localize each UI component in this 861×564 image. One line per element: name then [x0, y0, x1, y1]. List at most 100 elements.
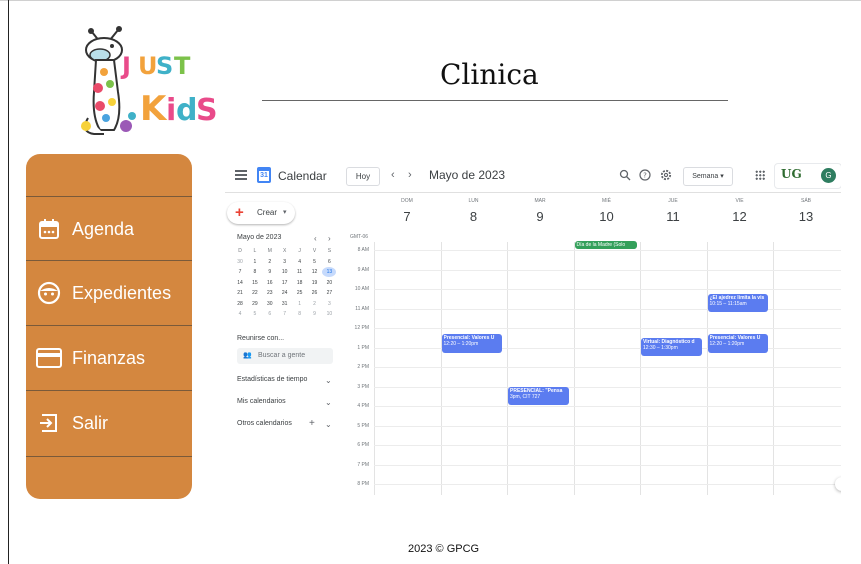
sidebar-item-salir[interactable]: Salir: [26, 391, 192, 455]
chevron-left-icon[interactable]: ‹: [391, 169, 395, 181]
my-calendars-label[interactable]: Mis calendarios: [237, 398, 286, 405]
calendar-event[interactable]: Presencial: Valores U 12:20 – 1:20pm: [707, 334, 768, 353]
mini-day[interactable]: 4: [233, 309, 247, 319]
mini-day[interactable]: 9: [308, 309, 322, 319]
avatar[interactable]: G: [821, 168, 836, 183]
gear-icon[interactable]: [660, 169, 672, 181]
day-header[interactable]: DOM 7: [374, 198, 440, 224]
mini-day[interactable]: 4: [293, 257, 307, 267]
day-header[interactable]: MAR 9: [507, 198, 573, 224]
day-header[interactable]: LUN 8: [441, 198, 507, 224]
mini-day[interactable]: 10: [278, 267, 292, 277]
chevron-down-icon[interactable]: ⌄: [325, 420, 332, 429]
mini-day[interactable]: 15: [248, 278, 262, 288]
mini-day[interactable]: 24: [278, 288, 292, 298]
mini-day[interactable]: 3: [322, 299, 336, 309]
view-selector[interactable]: Semana ▾: [683, 167, 733, 186]
mini-day[interactable]: 13: [322, 267, 337, 277]
chevron-down-icon[interactable]: ⌄: [325, 398, 332, 407]
page-title: Clinica: [440, 58, 539, 91]
mini-day[interactable]: 28: [233, 299, 247, 309]
mini-day[interactable]: 20: [322, 278, 336, 288]
mini-day[interactable]: 3: [278, 257, 292, 267]
mini-day[interactable]: 1: [248, 257, 262, 267]
sidebar-divider: [26, 456, 192, 457]
today-button[interactable]: Hoy: [346, 167, 380, 186]
hour-label: 6 PM: [357, 442, 369, 448]
sidebar-item-finanzas[interactable]: Finanzas: [26, 326, 192, 390]
day-header[interactable]: JUE 11: [640, 198, 706, 224]
mini-day[interactable]: 5: [308, 257, 322, 267]
search-people-placeholder: Buscar a gente: [258, 352, 306, 359]
chevron-down-icon[interactable]: ⌄: [325, 376, 332, 385]
mini-day[interactable]: 12: [308, 267, 322, 277]
day-header[interactable]: SÁB 13: [773, 198, 839, 224]
hour-label: 5 PM: [357, 422, 369, 429]
day-number: 12: [732, 209, 747, 224]
mini-day[interactable]: 2: [308, 299, 322, 309]
help-icon[interactable]: ?: [639, 169, 651, 181]
google-calendar-embed: 31 Calendar Hoy ‹ › Mayo de 2023 ? Seman…: [225, 160, 841, 495]
sidebar-item-expedientes[interactable]: Expedientes: [26, 261, 192, 325]
mini-day[interactable]: 2: [263, 257, 277, 267]
mini-day[interactable]: 31: [278, 299, 292, 309]
other-calendars-label[interactable]: Otros calendarios: [237, 420, 292, 427]
day-header[interactable]: VIE 12: [707, 198, 773, 224]
mini-prev-icon[interactable]: ‹: [314, 234, 317, 243]
mini-day[interactable]: 7: [278, 309, 292, 319]
apps-grid-icon[interactable]: [755, 170, 765, 180]
calendar-event[interactable]: ¿El ajedrez limita la vis 10:15 – 11:15am: [707, 293, 768, 313]
hour-line: [374, 464, 841, 466]
mini-next-icon[interactable]: ›: [328, 234, 331, 243]
calendar-event[interactable]: Presencial: Valores U 12:20 – 1:20pm: [441, 334, 502, 353]
mini-day[interactable]: 17: [278, 278, 292, 288]
svg-text:?: ?: [643, 172, 647, 180]
calendar-event[interactable]: PRESENCIAL: "Pensa 3pm, CIT 727: [508, 386, 569, 405]
mini-day[interactable]: 21: [233, 288, 247, 298]
mini-day[interactable]: 22: [248, 288, 262, 298]
hour-line: [374, 445, 841, 446]
day-name: JUE: [668, 198, 678, 204]
mini-day[interactable]: 18: [293, 278, 307, 288]
mini-day[interactable]: 30: [263, 299, 277, 309]
mini-day[interactable]: 1: [293, 299, 307, 309]
sidebar-item-agenda[interactable]: Agenda: [26, 197, 192, 261]
chevron-right-icon[interactable]: ›: [408, 169, 412, 181]
calendar-event[interactable]: Virtual: Diagnóstico d 12:30 – 1:30pm: [641, 337, 702, 357]
mini-day[interactable]: 14: [233, 278, 247, 288]
mini-day[interactable]: 16: [263, 278, 277, 288]
event-time: 3pm, CIT 727: [510, 393, 541, 400]
create-button[interactable]: + Crear ▾: [227, 202, 295, 224]
mini-day[interactable]: 27: [322, 288, 336, 298]
mini-day[interactable]: 6: [263, 309, 277, 319]
mini-day[interactable]: 6: [322, 257, 336, 267]
mini-day[interactable]: 10: [322, 309, 336, 319]
day-number: 10: [599, 209, 614, 224]
mini-day[interactable]: 30: [233, 257, 247, 267]
search-icon[interactable]: [619, 169, 631, 181]
menu-icon[interactable]: [235, 170, 247, 182]
hour-label: 3 PM: [357, 383, 369, 390]
mini-day[interactable]: 5: [248, 309, 262, 319]
mini-day[interactable]: 8: [293, 309, 307, 319]
day-column-line: [773, 242, 774, 495]
day-name: MAR: [534, 198, 546, 204]
day-header[interactable]: MIÉ 10: [574, 198, 640, 224]
left-border: [8, 0, 9, 564]
mini-day[interactable]: 19: [308, 278, 322, 288]
account-switcher[interactable]: UG G: [774, 163, 841, 189]
calendar-event[interactable]: Día de la Madre (Solo: [574, 241, 637, 249]
mini-day[interactable]: 8: [248, 267, 262, 277]
mini-day[interactable]: 7: [233, 267, 247, 277]
mini-day[interactable]: 23: [263, 288, 277, 298]
mini-day[interactable]: 9: [263, 267, 277, 277]
mini-day[interactable]: 25: [293, 288, 307, 298]
mini-day[interactable]: 11: [293, 267, 307, 277]
day-column-line: [706, 242, 708, 495]
hour-label: 12 PM: [354, 325, 369, 331]
mini-day[interactable]: 29: [248, 299, 262, 309]
search-people-input[interactable]: 👥 Buscar a gente: [237, 348, 333, 364]
mini-day[interactable]: 26: [308, 288, 322, 298]
plus-icon[interactable]: +: [309, 418, 315, 429]
time-insights-label[interactable]: Estadísticas de tiempo: [237, 376, 307, 383]
